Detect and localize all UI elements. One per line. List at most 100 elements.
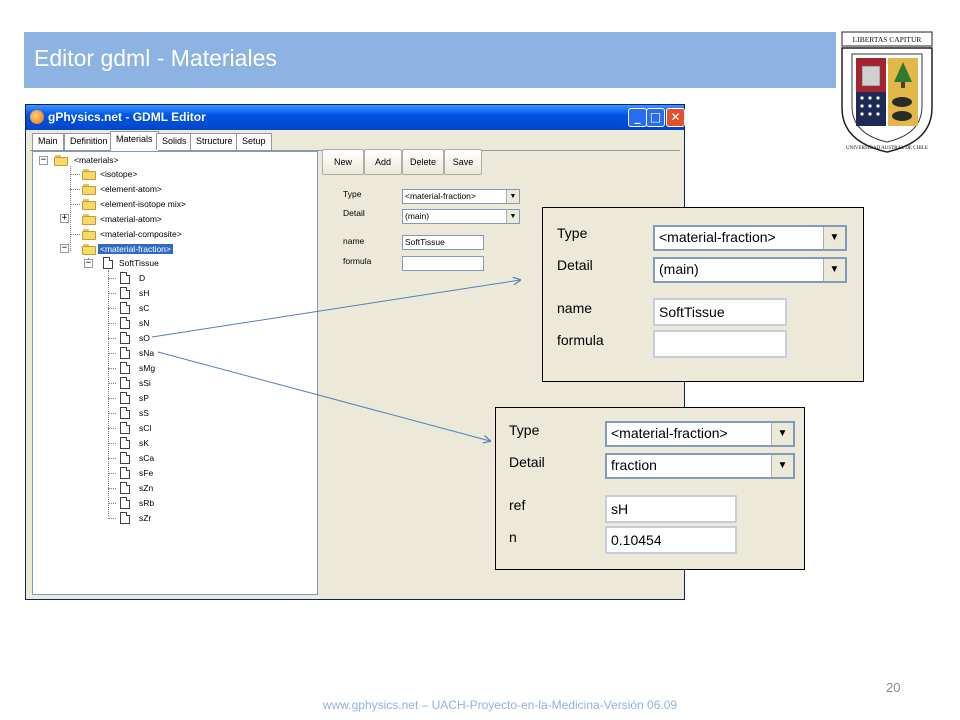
type-select[interactable]: <material-fraction> ▼ — [402, 189, 520, 204]
type-select-value: <material-fraction> — [405, 191, 476, 201]
tree-node-component[interactable]: sFe — [139, 468, 153, 478]
folder-open-icon — [82, 229, 97, 240]
document-icon — [120, 317, 130, 329]
document-icon — [120, 512, 130, 524]
dropdown-arrow-icon[interactable]: ▼ — [823, 259, 845, 281]
tab-materials[interactable]: Materials — [110, 131, 159, 152]
tree-node-selected[interactable]: <material-fraction> — [98, 244, 173, 254]
page-number: 20 — [886, 680, 901, 695]
tree-node[interactable]: <material-composite> — [100, 229, 182, 239]
tree-node-component[interactable]: sCa — [139, 453, 154, 463]
tree-node[interactable]: <element-isotope mix> — [100, 199, 186, 209]
tree-node-component[interactable]: sH — [139, 288, 149, 298]
folder-open-icon — [82, 244, 97, 255]
collapse-toggle[interactable]: − — [60, 244, 69, 253]
zoom-detail-label: Detail — [557, 257, 593, 273]
zoom-name-label: name — [557, 300, 593, 316]
formula-label: formula — [343, 256, 372, 266]
zoom-type-value: <material-fraction> — [659, 229, 776, 245]
document-icon — [120, 362, 130, 374]
tree-node-component[interactable]: sC — [139, 303, 149, 313]
tab-structure[interactable]: Structure — [190, 133, 239, 150]
tree-node-component[interactable]: sZn — [139, 483, 153, 493]
zoom-name-input[interactable]: SoftTissue — [653, 298, 787, 326]
new-button[interactable]: New — [322, 149, 364, 175]
zoom-type-value: <material-fraction> — [611, 425, 728, 441]
save-button[interactable]: Save — [444, 149, 482, 175]
tab-solids[interactable]: Solids — [156, 133, 193, 150]
expand-toggle[interactable]: + — [60, 214, 69, 223]
title-bar: Editor gdml - Materiales — [24, 32, 836, 88]
collapse-toggle[interactable]: − — [84, 259, 93, 268]
tab-strip: Main Definition Materials Solids Structu… — [30, 131, 680, 152]
zoom-type-label: Type — [509, 422, 540, 438]
tree-node-component[interactable]: D — [139, 273, 145, 283]
tree-node[interactable]: <element-atom> — [100, 184, 162, 194]
tree-node-component[interactable]: sSi — [139, 378, 151, 388]
dropdown-arrow-icon[interactable]: ▼ — [771, 455, 793, 477]
close-button[interactable]: ✕ — [666, 108, 685, 127]
zoom-ref-input[interactable]: sH — [605, 495, 737, 523]
minimize-button[interactable]: _ — [628, 108, 647, 127]
zoom-detail-value: fraction — [611, 457, 657, 473]
delete-button[interactable]: Delete — [402, 149, 444, 175]
zoom-type-select[interactable]: <material-fraction> ▼ — [605, 421, 795, 447]
folder-open-icon — [82, 169, 97, 180]
zoom-n-label: n — [509, 529, 517, 545]
tree-node-component[interactable]: sK — [139, 438, 149, 448]
formula-input[interactable] — [402, 256, 484, 271]
dropdown-arrow-icon[interactable]: ▼ — [823, 227, 845, 249]
tree-node-component[interactable]: sN — [139, 318, 149, 328]
document-icon — [120, 287, 130, 299]
folder-open-icon — [82, 184, 97, 195]
tab-setup[interactable]: Setup — [236, 133, 272, 150]
zoom-callout-fraction: Type <material-fraction> ▼ Detail fracti… — [495, 407, 805, 570]
tree-node-component[interactable]: sNa — [139, 348, 154, 358]
zoom-type-select[interactable]: <material-fraction> ▼ — [653, 225, 847, 251]
zoom-callout-material: Type <material-fraction> ▼ Detail (main)… — [542, 207, 864, 382]
seal-ring-text: UNIVERSIDAD AUSTRAL DE CHILE — [846, 146, 928, 151]
dropdown-arrow-icon[interactable]: ▼ — [771, 423, 793, 445]
dropdown-arrow-icon[interactable]: ▼ — [506, 210, 519, 223]
materials-tree[interactable]: − <materials> <isotope> <element-atom> <… — [32, 151, 318, 595]
zoom-formula-input[interactable] — [653, 330, 787, 358]
tab-definition[interactable]: Definition — [64, 133, 114, 150]
tree-node-component[interactable]: sCl — [139, 423, 151, 433]
tree-node[interactable]: <material-atom> — [100, 214, 162, 224]
zoom-formula-label: formula — [557, 332, 604, 348]
dropdown-arrow-icon[interactable]: ▼ — [506, 190, 519, 203]
tree-node-material[interactable]: SoftTissue — [119, 258, 159, 268]
tree-node-component[interactable]: sMg — [139, 363, 155, 373]
zoom-detail-select[interactable]: fraction ▼ — [605, 453, 795, 479]
document-icon — [120, 467, 130, 479]
detail-select[interactable]: (main) ▼ — [402, 209, 520, 224]
window-titlebar[interactable]: gPhysics.net - GDML Editor _ □ ✕ — [26, 105, 685, 130]
tree-node-component[interactable]: sP — [139, 393, 149, 403]
name-input[interactable]: SoftTissue — [402, 235, 484, 250]
add-button[interactable]: Add — [364, 149, 402, 175]
zoom-n-input[interactable]: 0.10454 — [605, 526, 737, 554]
tree-node-component[interactable]: sZr — [139, 513, 151, 523]
document-icon — [120, 392, 130, 404]
seal-motto: LIBERTAS CAPITUR — [853, 35, 922, 44]
tree-node-component[interactable]: sS — [139, 408, 149, 418]
document-icon — [120, 422, 130, 434]
tree-node-materials[interactable]: <materials> — [74, 155, 118, 165]
document-icon — [120, 497, 130, 509]
type-label: Type — [343, 189, 362, 199]
tree-node[interactable]: <isotope> — [100, 169, 137, 179]
document-icon — [120, 332, 130, 344]
footer-url: www.gphysics.net – UACH-Proyecto-en-la-M… — [322, 698, 678, 712]
maximize-button[interactable]: □ — [646, 108, 665, 127]
folder-open-icon — [82, 199, 97, 210]
document-icon — [120, 302, 130, 314]
tree-node-component[interactable]: sRb — [139, 498, 154, 508]
zoom-detail-value: (main) — [659, 261, 699, 277]
tree-node-component[interactable]: sO — [139, 333, 150, 343]
slide: Editor gdml - Materiales LIBERTAS CAPITU… — [0, 0, 960, 720]
tab-main[interactable]: Main — [32, 133, 64, 150]
zoom-detail-select[interactable]: (main) ▼ — [653, 257, 847, 283]
zoom-ref-label: ref — [509, 497, 526, 513]
zoom-detail-label: Detail — [509, 454, 545, 470]
collapse-toggle[interactable]: − — [39, 156, 48, 165]
